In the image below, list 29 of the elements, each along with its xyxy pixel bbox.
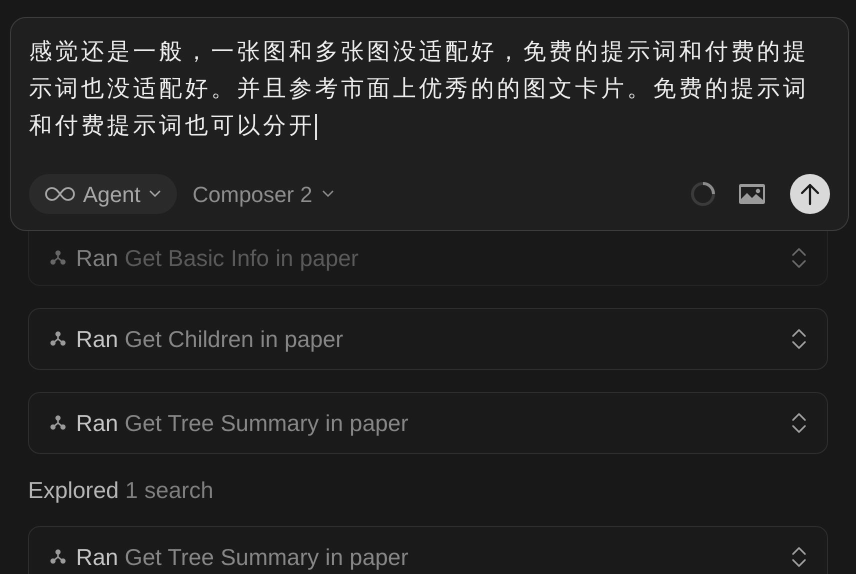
send-button[interactable]	[790, 174, 830, 214]
tool-call-label: Ran Get Basic Info in paper	[76, 244, 359, 273]
expand-collapse-icon	[791, 328, 807, 350]
chevron-down-icon	[148, 190, 160, 198]
tool-call-label: Ran Get Children in paper	[76, 324, 344, 354]
mode-selector[interactable]: Agent	[29, 174, 176, 214]
expand-collapse-icon	[791, 247, 807, 269]
tool-call-card[interactable]: Ran Get Tree Summary in paper	[28, 392, 828, 454]
expand-collapse-icon	[791, 412, 807, 434]
nodes-icon	[49, 250, 67, 266]
infinity-icon	[45, 186, 75, 202]
chevron-down-icon	[322, 190, 334, 198]
tool-call-label: Ran Get Tree Summary in paper	[76, 408, 408, 438]
nodes-icon	[49, 415, 67, 431]
model-selector[interactable]: Composer 2	[192, 178, 334, 210]
image-icon	[738, 183, 766, 205]
message-input[interactable]: 感觉还是一般，一张图和多张图没适配好，免费的提示词和付费的提示词也没适配好。并且参考市面上优秀的的图文卡片。免费的提示词和付费提示词也可以分开	[29, 33, 829, 144]
section-summary: Explored 1 search	[28, 476, 214, 505]
tool-call-card[interactable]: Ran Get Children in paper	[28, 308, 828, 370]
tool-call-card[interactable]: Ran Get Tree Summary in paper	[28, 526, 828, 574]
text-cursor	[315, 114, 316, 140]
arrow-up-icon	[800, 182, 820, 206]
tool-call-card[interactable]: Ran Get Basic Info in paper	[28, 231, 828, 286]
nodes-icon	[49, 331, 67, 347]
loading-spinner-icon	[690, 181, 716, 207]
tool-call-label: Ran Get Tree Summary in paper	[76, 542, 408, 572]
expand-collapse-icon	[791, 546, 807, 568]
image-button[interactable]	[738, 183, 766, 205]
nodes-icon	[49, 549, 67, 565]
